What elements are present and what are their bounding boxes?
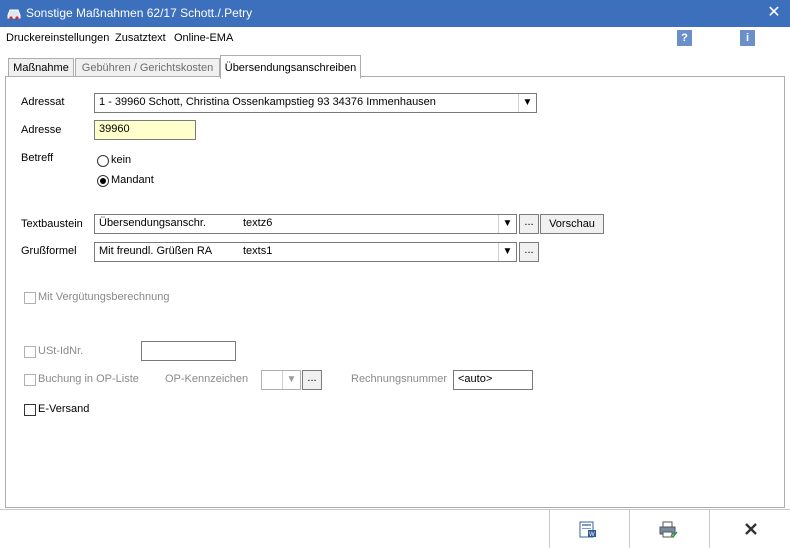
op-kennzeichen-select[interactable]: ▼ bbox=[261, 370, 301, 390]
chevron-down-icon[interactable]: ▼ bbox=[498, 215, 516, 233]
grussformel-browse-button[interactable]: ... bbox=[519, 242, 539, 262]
betreff-label: Betreff bbox=[21, 152, 54, 164]
adresse-field[interactable]: 39960 bbox=[94, 120, 196, 140]
grussformel-label: Grußformel bbox=[21, 245, 77, 257]
vorschau-button[interactable]: Vorschau bbox=[540, 214, 604, 234]
car-icon bbox=[7, 9, 21, 20]
menu-bar: Druckereinstellungen Zusatztext Online-E… bbox=[0, 27, 790, 49]
cancel-button[interactable] bbox=[709, 510, 790, 548]
betreff-mandant-label: Mandant bbox=[111, 174, 154, 186]
op-kennzeichen-label: OP-Kennzeichen bbox=[165, 373, 249, 385]
textbaustein-select[interactable]: Übersendungsanschr. textz6 ▼ bbox=[94, 214, 517, 234]
textbaustein-code: textz6 bbox=[243, 217, 273, 229]
grussformel-code: texts1 bbox=[243, 245, 273, 257]
tab-massnahme[interactable]: Maßnahme bbox=[8, 58, 74, 78]
tab-panel: Adressat 1 - 39960 Schott, Christina Oss… bbox=[5, 76, 785, 508]
print-icon bbox=[659, 521, 678, 538]
textbaustein-label: Textbaustein bbox=[21, 218, 83, 230]
buchung-label: Buchung in OP-Liste bbox=[38, 373, 139, 385]
buchung-checkbox[interactable] bbox=[24, 374, 36, 386]
title-bar: Sonstige Maßnahmen 62/17 Schott./.Petry … bbox=[0, 0, 790, 27]
adresse-label: Adresse bbox=[21, 124, 62, 136]
menu-druckereinstellungen[interactable]: Druckereinstellungen bbox=[6, 32, 109, 44]
adressat-select[interactable]: 1 - 39960 Schott, Christina Ossenkampsti… bbox=[94, 93, 537, 113]
help-icon[interactable]: ? bbox=[677, 30, 692, 46]
rechnungsnummer-value: <auto> bbox=[458, 373, 493, 385]
menu-online-ema[interactable]: Online-EMA bbox=[174, 32, 233, 44]
grussformel-select[interactable]: Mit freundl. Grüßen RA texts1 ▼ bbox=[94, 242, 517, 262]
word-document-icon: W bbox=[579, 521, 596, 538]
tab-gebuehren[interactable]: Gebühren / Gerichtskosten bbox=[75, 58, 220, 78]
betreff-radio-mandant[interactable] bbox=[97, 175, 109, 187]
betreff-radio-kein[interactable] bbox=[97, 155, 109, 167]
ustid-label: USt-IdNr. bbox=[38, 345, 84, 357]
eversand-label: E-Versand bbox=[38, 403, 90, 415]
window-title: Sonstige Maßnahmen 62/17 Schott./.Petry bbox=[26, 6, 253, 20]
close-icon[interactable]: ✕ bbox=[763, 3, 785, 23]
textbaustein-browse-button[interactable]: ... bbox=[519, 214, 539, 234]
verguetung-label: Mit Vergütungsberechnung bbox=[38, 291, 170, 303]
radio-selected-dot bbox=[100, 178, 106, 184]
adresse-value: 39960 bbox=[99, 123, 130, 135]
grussformel-name: Mit freundl. Grüßen RA bbox=[99, 245, 213, 257]
cancel-icon bbox=[745, 523, 757, 535]
print-button[interactable] bbox=[629, 510, 709, 548]
info-icon[interactable]: i bbox=[740, 30, 755, 46]
rechnungsnummer-field[interactable]: <auto> bbox=[453, 370, 533, 390]
eversand-checkbox[interactable] bbox=[24, 404, 36, 416]
rechnungsnummer-label: Rechnungsnummer bbox=[351, 373, 447, 385]
ustid-field[interactable] bbox=[141, 341, 236, 361]
op-kennzeichen-browse-button[interactable]: ... bbox=[302, 370, 322, 390]
chevron-down-icon[interactable]: ▼ bbox=[498, 243, 516, 261]
adressat-label: Adressat bbox=[21, 96, 65, 108]
adressat-value: 1 - 39960 Schott, Christina Ossenkampsti… bbox=[99, 96, 436, 108]
textbaustein-name: Übersendungsanschr. bbox=[99, 217, 207, 229]
svg-text:W: W bbox=[589, 532, 595, 538]
menu-zusatztext[interactable]: Zusatztext bbox=[115, 32, 166, 44]
word-document-button[interactable]: W bbox=[549, 510, 629, 548]
chevron-down-icon[interactable]: ▼ bbox=[282, 371, 300, 389]
ustid-checkbox[interactable] bbox=[24, 346, 36, 358]
chevron-down-icon[interactable]: ▼ bbox=[518, 94, 536, 112]
tab-uebersendungsanschreiben[interactable]: Übersendungsanschreiben bbox=[220, 55, 361, 79]
betreff-kein-label: kein bbox=[111, 154, 132, 166]
verguetung-checkbox[interactable] bbox=[24, 292, 36, 304]
